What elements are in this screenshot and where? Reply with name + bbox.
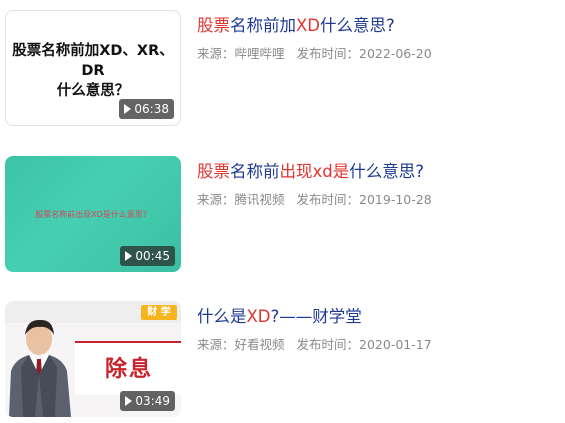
video-meta: 来源：哔哩哔哩 发布时间：2022-06-20 xyxy=(197,43,432,62)
title-segment: 名称前 xyxy=(230,162,280,181)
thumbnail-caption-line: 股票名称前加XD、XR、DR xyxy=(12,43,174,79)
title-segment: ?——财学堂 xyxy=(270,307,362,326)
video-meta: 来源：腾讯视频 发布时间：2019-10-28 xyxy=(197,189,432,208)
play-icon xyxy=(124,104,132,114)
title-segment: 名称前加 xyxy=(230,16,296,35)
presenter-image xyxy=(9,319,71,417)
video-thumbnail[interactable]: 财 学 除息 03:49 xyxy=(5,301,181,417)
title-segment: XD xyxy=(296,16,321,35)
duration-badge: 06:38 xyxy=(119,99,174,119)
play-icon xyxy=(125,396,133,406)
title-segment: 什么意思? xyxy=(349,162,425,181)
video-thumbnail[interactable]: 股票名称前出现XD是什么意思？ 00:45 xyxy=(5,156,181,272)
brand-badge: 财 学 xyxy=(141,305,177,320)
video-source: 来源：好看视频 xyxy=(197,337,285,352)
video-result-2[interactable]: 股票名称前出现XD是什么意思？ 00:45 股票名称前出现xd是什么意思? 来源… xyxy=(5,156,560,276)
video-thumbnail[interactable]: 股票名称前加XD、XR、DR 什么意思？ 06:38 xyxy=(5,10,181,126)
duration-text: 06:38 xyxy=(134,102,169,116)
video-source: 来源：哔哩哔哩 xyxy=(197,46,285,61)
play-icon xyxy=(125,251,133,261)
thumbnail-caption: 除息 xyxy=(105,357,154,382)
video-source: 来源：腾讯视频 xyxy=(197,192,285,207)
title-segment: 什么是 xyxy=(197,307,247,326)
duration-badge: 00:45 xyxy=(120,246,175,266)
video-title-link[interactable]: 股票名称前出现xd是什么意思? xyxy=(197,160,424,184)
title-segment: 股票 xyxy=(197,162,230,181)
title-segment: XD xyxy=(246,307,271,326)
video-result-3[interactable]: 财 学 除息 03:49 什么是XD?——财学堂 来源：好看视频 发布时间：202… xyxy=(5,301,560,421)
duration-text: 00:45 xyxy=(135,249,170,263)
title-segment: 出现xd是 xyxy=(279,162,350,181)
duration-badge: 03:49 xyxy=(120,391,175,411)
thumbnail-caption-line: 什么意思？ xyxy=(56,83,130,99)
video-date: 发布时间：2019-10-28 xyxy=(296,192,432,207)
video-result-1[interactable]: 股票名称前加XD、XR、DR 什么意思？ 06:38 股票名称前加XD什么意思?… xyxy=(5,10,560,130)
video-meta: 来源：好看视频 发布时间：2020-01-17 xyxy=(197,334,432,353)
thumbnail-caption: 股票名称前加XD、XR、DR 什么意思？ xyxy=(6,41,180,101)
video-date: 发布时间：2022-06-20 xyxy=(296,46,432,61)
video-title-link[interactable]: 股票名称前加XD什么意思? xyxy=(197,14,395,38)
video-title-link[interactable]: 什么是XD?——财学堂 xyxy=(197,305,362,329)
title-segment: 什么意思? xyxy=(320,16,395,35)
duration-text: 03:49 xyxy=(135,394,170,408)
thumbnail-caption: 股票名称前出现XD是什么意思？ xyxy=(35,210,151,219)
title-segment: 股票 xyxy=(197,16,230,35)
video-date: 发布时间：2020-01-17 xyxy=(296,337,432,352)
